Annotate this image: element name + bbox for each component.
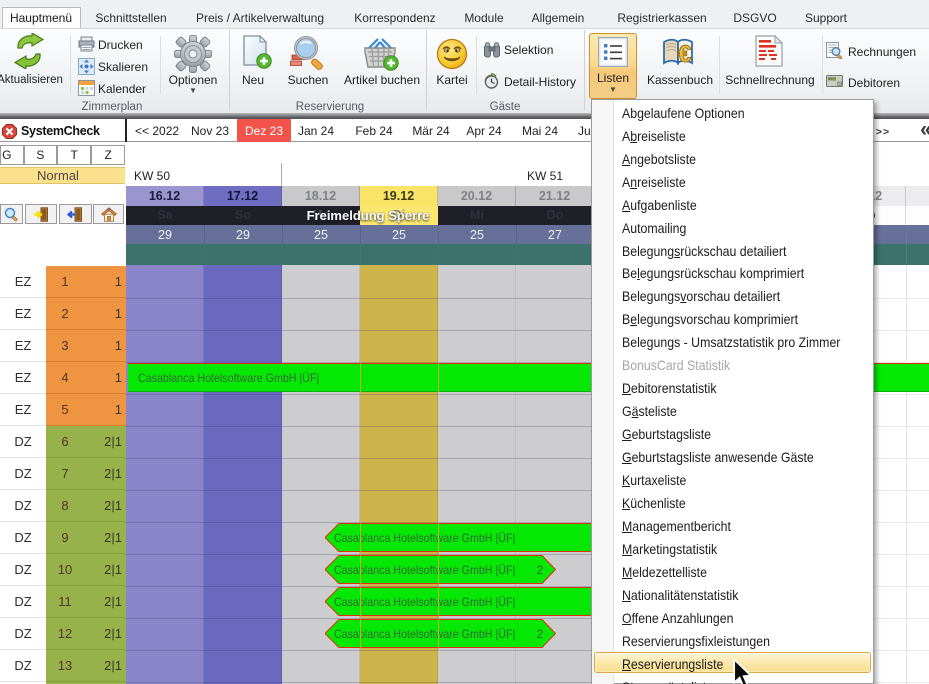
svg-text:cb04: cb04 — [828, 77, 836, 81]
svg-text:€: € — [678, 41, 691, 68]
